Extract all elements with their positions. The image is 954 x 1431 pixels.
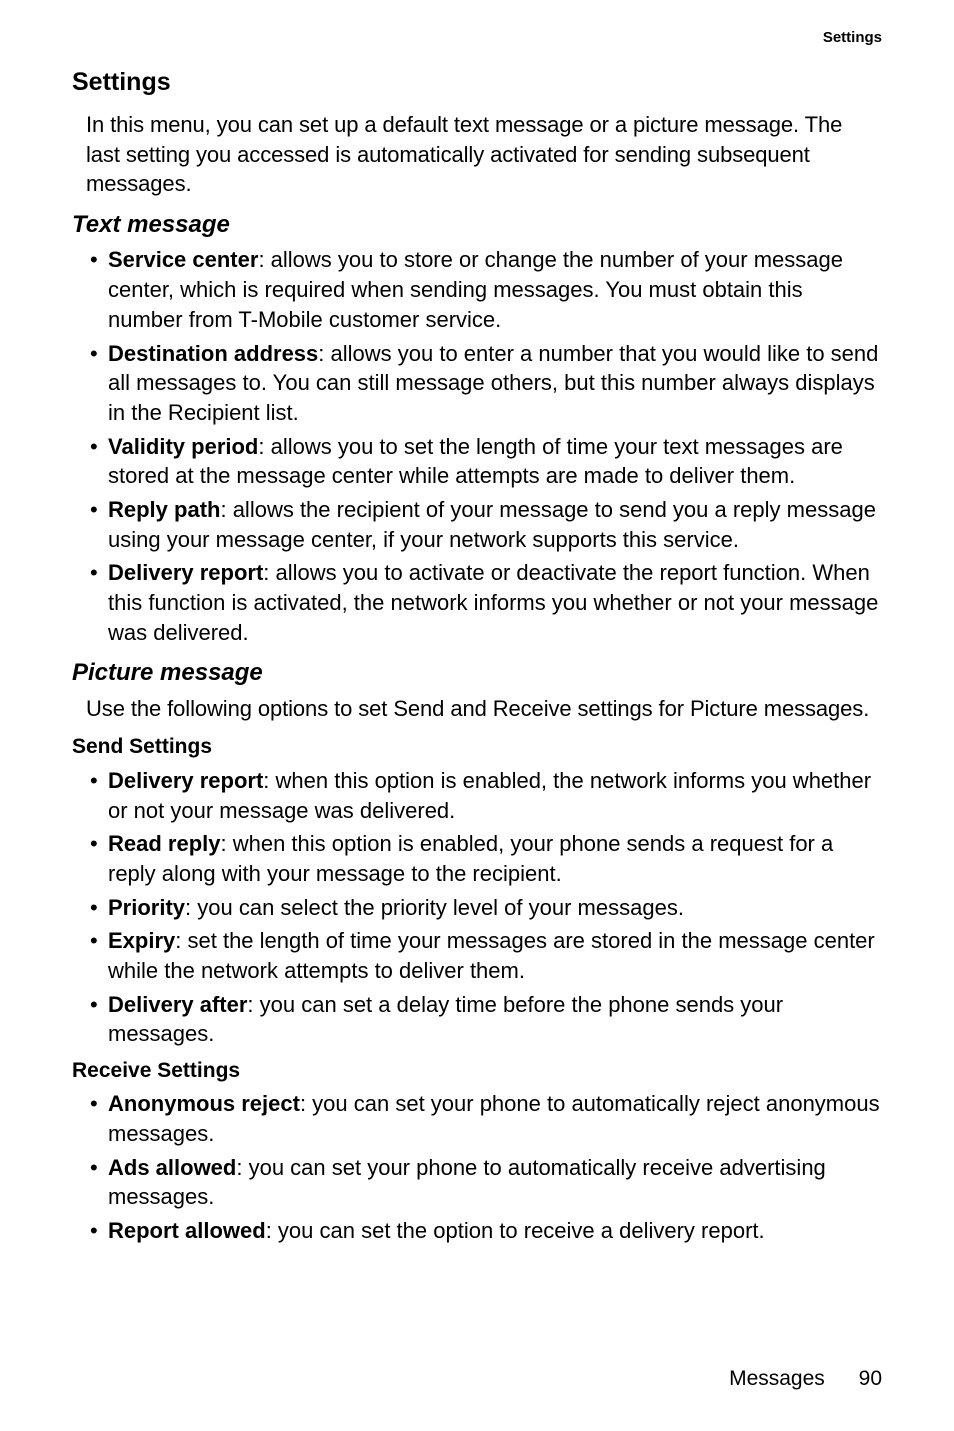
desc: : you can set the option to receive a de… [266,1218,765,1243]
heading-receive-settings: Receive Settings [72,1057,882,1085]
term: Read reply [108,831,221,856]
list-item: Delivery after: you can set a delay time… [86,990,882,1049]
heading-text-message: Text message [72,209,882,241]
running-header: Settings [72,28,882,48]
send-settings-list: Delivery report: when this option is ena… [86,766,882,1049]
list-item: Destination address: allows you to enter… [86,339,882,428]
list-item: Report allowed: you can set the option t… [86,1216,882,1246]
list-item: Ads allowed: you can set your phone to a… [86,1153,882,1212]
footer-page-number: 90 [859,1367,882,1390]
receive-settings-list: Anonymous reject: you can set your phone… [86,1089,882,1245]
list-item: Service center: allows you to store or c… [86,245,882,334]
text-message-list: Service center: allows you to store or c… [86,245,882,647]
term: Service center [108,247,258,272]
term: Report allowed [108,1218,266,1243]
list-item: Read reply: when this option is enabled,… [86,829,882,888]
page-footer: Messages 90 [729,1365,882,1393]
term: Delivery report [108,768,263,793]
term: Destination address [108,341,318,366]
desc: : set the length of time your messages a… [108,928,875,983]
footer-section: Messages [729,1367,825,1390]
list-item: Validity period: allows you to set the l… [86,432,882,491]
list-item: Priority: you can select the priority le… [86,893,882,923]
term: Delivery report [108,560,263,585]
list-item: Delivery report: allows you to activate … [86,558,882,647]
list-item: Reply path: allows the recipient of your… [86,495,882,554]
term: Reply path [108,497,220,522]
intro-paragraph: In this menu, you can set up a default t… [86,110,882,199]
term: Validity period [108,434,258,459]
heading-settings: Settings [72,66,882,100]
list-item: Anonymous reject: you can set your phone… [86,1089,882,1148]
term: Expiry [108,928,175,953]
list-item: Delivery report: when this option is ena… [86,766,882,825]
term: Ads allowed [108,1155,236,1180]
list-item: Expiry: set the length of time your mess… [86,926,882,985]
heading-send-settings: Send Settings [72,733,882,761]
term: Delivery after [108,992,247,1017]
term: Priority [108,895,185,920]
term: Anonymous reject [108,1091,300,1116]
desc: : allows the recipient of your message t… [108,497,876,552]
heading-picture-message: Picture message [72,657,882,689]
desc: : you can select the priority level of y… [185,895,684,920]
picture-intro: Use the following options to set Send an… [86,694,882,724]
